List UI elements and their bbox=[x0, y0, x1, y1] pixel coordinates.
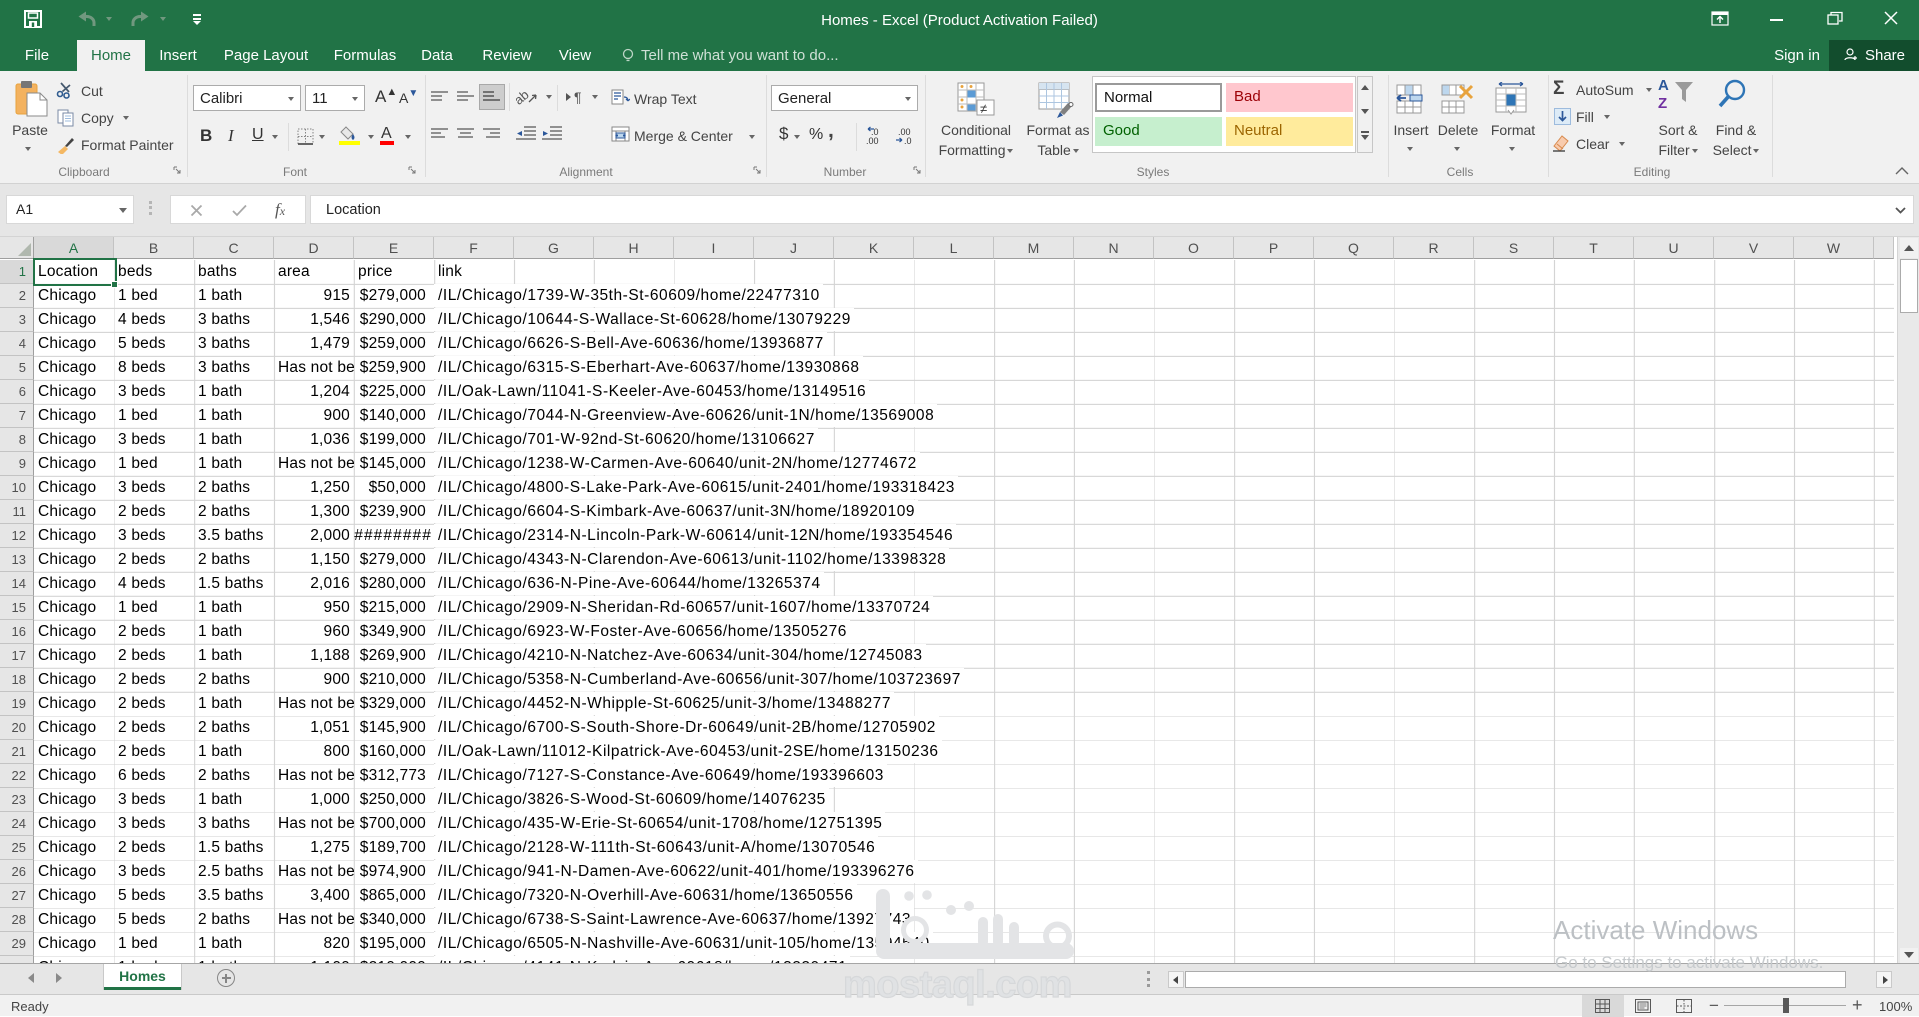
svg-text:.00: .00 bbox=[866, 136, 879, 146]
svg-text:.0: .0 bbox=[904, 136, 912, 146]
svg-text:ab: ab bbox=[516, 87, 532, 108]
svg-text:≠: ≠ bbox=[980, 101, 987, 116]
svg-text:¶: ¶ bbox=[574, 90, 582, 104]
